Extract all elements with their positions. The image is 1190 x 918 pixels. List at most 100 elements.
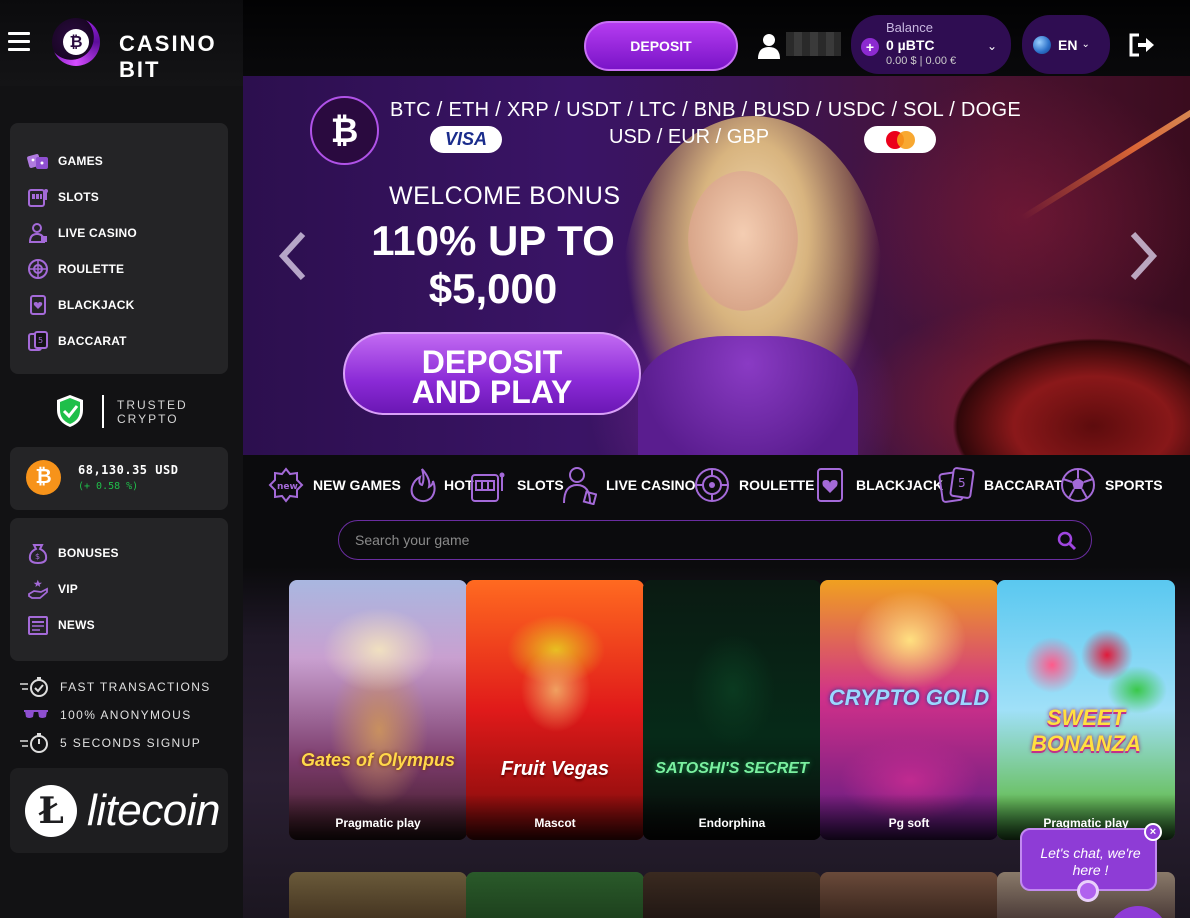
newspaper-icon	[26, 613, 50, 637]
bonus-amount-line-2: $5,000	[428, 265, 558, 312]
money-bag-icon: $	[26, 541, 50, 565]
dealer-icon	[560, 466, 598, 505]
hero-banner[interactable]: ₿ BTC / ETH / XRP / USDT / LTC / BNB / B…	[243, 76, 1190, 455]
bonus-amount: 110% UP TO $5,000	[333, 217, 653, 313]
balance-value: 0 µBTC	[886, 37, 935, 53]
new-badge-icon: new	[267, 466, 305, 504]
category-label: NEW GAMES	[313, 477, 401, 493]
sidebar-item-label: BONUSES	[58, 546, 119, 560]
balance-dropdown[interactable]: + Balance 0 µBTC 0.00 $ | 0.00 € ⌄	[851, 15, 1011, 74]
chat-text: Let's chat, we're here !	[1040, 845, 1141, 878]
tab-hot[interactable]: HOT	[403, 461, 474, 509]
litecoin-banner[interactable]: Ł litecoin	[10, 768, 228, 853]
category-label: ROULETTE	[739, 477, 815, 493]
balance-label: Balance	[886, 20, 933, 35]
logo-icon[interactable]: ₿	[52, 18, 100, 66]
sidebar-item-bonuses[interactable]: $ BONUSES	[10, 535, 228, 571]
brand-name[interactable]: CASINO BIT	[119, 31, 243, 83]
sidebar-item-live-casino[interactable]: LIVE CASINO	[10, 215, 228, 251]
menu-icon[interactable]	[8, 32, 30, 52]
user-icon[interactable]	[757, 33, 781, 59]
model-face-image	[688, 171, 798, 311]
game-nav-panel: GAMES SLOTS LIVE CASINO ROULETTE BLACKJA…	[10, 123, 228, 374]
feature-label: FAST TRANSACTIONS	[60, 680, 211, 694]
logo-bar: ₿ CASINO BIT	[0, 0, 243, 86]
tab-roulette[interactable]: ROULETTE	[693, 461, 814, 509]
feature-label: 5 SECONDS SIGNUP	[60, 736, 202, 750]
model-dress-image	[638, 336, 858, 455]
chevron-left-icon[interactable]	[273, 226, 313, 286]
slot-machine-icon	[468, 466, 506, 504]
game-card-partial[interactable]	[289, 872, 467, 918]
game-title: SWEET BONANZA	[1031, 705, 1141, 756]
chevron-down-icon: ⌄	[986, 39, 997, 53]
chevron-right-icon[interactable]	[1123, 226, 1163, 286]
category-label: BACCARAT	[984, 477, 1063, 493]
top-header: DEPOSIT + Balance 0 µBTC 0.00 $ | 0.00 €…	[243, 0, 1190, 86]
tab-slots[interactable]: SLOTS	[468, 461, 564, 509]
language-code: EN	[1058, 36, 1078, 53]
trusted-text: TRUSTED CRYPTO	[117, 398, 188, 426]
card-heart-icon	[26, 293, 50, 317]
cards-icon: 5	[938, 466, 976, 504]
plus-icon[interactable]: +	[861, 38, 879, 56]
cards-icon: 5	[26, 329, 50, 353]
page: ₿ CASINO BIT GAMES SLOTS LIVE CASINO ROU…	[0, 0, 1190, 918]
light-streak	[1021, 77, 1190, 221]
game-provider: Pragmatic play	[289, 794, 467, 840]
close-icon[interactable]: ×	[1144, 823, 1162, 841]
game-card-crypto-gold[interactable]: CRYPTO GOLD Pg soft	[820, 580, 998, 840]
tab-blackjack[interactable]: BLACKJACK	[811, 461, 943, 509]
sidebar-item-label: SLOTS	[58, 190, 100, 204]
sidebar-item-slots[interactable]: SLOTS	[10, 179, 228, 215]
category-label: BLACKJACK	[856, 477, 944, 493]
game-provider: Endorphina	[643, 794, 821, 840]
visa-logo: VISA	[430, 126, 502, 153]
language-selector[interactable]: EN ⌄	[1022, 15, 1110, 74]
game-card-sweet-bonanza[interactable]: SWEET BONANZA Pragmatic play	[997, 580, 1175, 840]
tab-live-casino[interactable]: LIVE CASINO	[560, 461, 695, 509]
deposit-button[interactable]: DEPOSIT	[584, 21, 738, 71]
sidebar-item-news[interactable]: NEWS	[10, 607, 228, 643]
feature-label: 100% ANONYMOUS	[60, 708, 192, 722]
trusted-line-1: TRUSTED	[117, 398, 188, 412]
trusted-crypto-badge: TRUSTED CRYPTO	[56, 394, 196, 430]
game-title: SATOSHI'S SECRET	[655, 760, 809, 777]
sidebar-item-label: NEWS	[58, 618, 95, 632]
vip-hand-icon	[26, 577, 50, 601]
game-card-partial[interactable]	[820, 872, 998, 918]
sidebar-item-label: ROULETTE	[58, 262, 125, 276]
tab-baccarat[interactable]: 5 BACCARAT	[938, 461, 1062, 509]
chat-indicator	[1077, 880, 1099, 902]
dice-icon	[26, 149, 50, 173]
litecoin-text: litecoin	[87, 786, 220, 835]
deposit-and-play-button[interactable]: DEPOSIT AND PLAY	[343, 332, 641, 415]
mastercard-logo	[864, 126, 936, 153]
game-card-partial[interactable]	[643, 872, 821, 918]
cta-line-2: AND PLAY	[411, 374, 573, 410]
sidebar-item-roulette[interactable]: ROULETTE	[10, 251, 228, 287]
game-title: Gates of Olympus	[300, 750, 456, 770]
trusted-line-2: CRYPTO	[117, 412, 179, 426]
game-card-fruit-vegas[interactable]: Fruit Vegas Mascot	[466, 580, 644, 840]
litecoin-icon: Ł	[25, 785, 77, 837]
game-title: CRYPTO GOLD	[828, 685, 990, 710]
search-icon[interactable]	[1057, 531, 1077, 551]
game-card-satoshis-secret[interactable]: SATOSHI'S SECRET Endorphina	[643, 580, 821, 840]
category-label: SPORTS	[1105, 477, 1163, 493]
sidebar-item-games[interactable]: GAMES	[10, 143, 228, 179]
logout-icon[interactable]	[1129, 33, 1157, 57]
sidebar-item-baccarat[interactable]: 5 BACCARAT	[10, 323, 228, 359]
game-card-partial[interactable]	[466, 872, 644, 918]
sunglasses-icon	[20, 705, 52, 725]
game-provider: Mascot	[466, 794, 644, 840]
stopwatch-icon	[20, 733, 52, 753]
sidebar-item-vip[interactable]: VIP	[10, 571, 228, 607]
search-input[interactable]	[355, 529, 1035, 551]
game-card-gates-of-olympus[interactable]: Gates of Olympus Pragmatic play	[289, 580, 467, 840]
tab-sports[interactable]: SPORTS	[1059, 461, 1163, 509]
divider	[102, 395, 104, 428]
category-label: LIVE CASINO	[606, 477, 696, 493]
tab-new-games[interactable]: new NEW GAMES	[267, 461, 401, 509]
sidebar-item-blackjack[interactable]: BLACKJACK	[10, 287, 228, 323]
